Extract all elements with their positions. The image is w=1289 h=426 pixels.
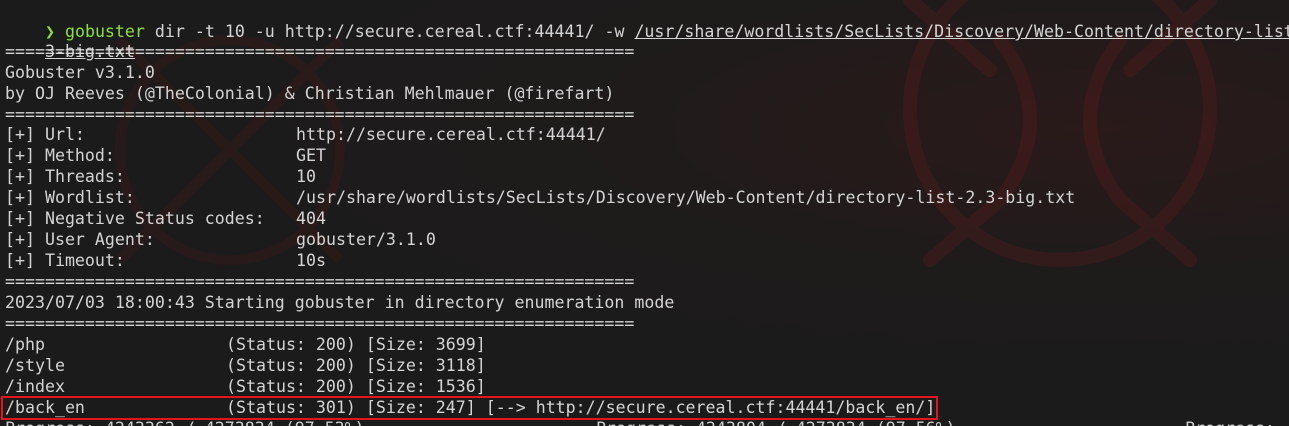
result-info: (Status: 200) [Size: 3699] (226, 335, 486, 354)
result-path: /index (5, 377, 65, 396)
result-row: /index (Status: 200) [Size: 1536] (5, 376, 1285, 397)
progress-third: Progress: (1185, 418, 1275, 426)
separator-line: ========================================… (5, 272, 635, 291)
result-info: (Status: 200) [Size: 3118] (226, 356, 486, 375)
banner-authors: by OJ Reeves (@TheColonial) & Christian … (5, 84, 615, 103)
result-path: /php (5, 335, 45, 354)
config-row-url: [+] Url: http://secure.cereal.ctf:44441/ (5, 124, 1285, 145)
terminal-window[interactable]: ❯ gobuster dir -t 10 -u http://secure.ce… (0, 0, 1289, 426)
config-label: [+] Threads: (5, 167, 125, 186)
config-label: [+] User Agent: (5, 230, 155, 249)
config-row-method: [+] Method: GET (5, 145, 1285, 166)
config-value: 404 (296, 209, 326, 228)
config-value: GET (296, 146, 326, 165)
config-label: [+] Wordlist: (5, 188, 135, 207)
result-row: /style (Status: 200) [Size: 3118] (5, 355, 1285, 376)
config-row-negative-status: [+] Negative Status codes: 404 (5, 208, 1285, 229)
config-value: 10s (296, 251, 326, 270)
progress-second: Progress: 4243804 / 4273834 (97.56%) (596, 418, 956, 426)
result-row: /php (Status: 200) [Size: 3699] (5, 334, 1285, 355)
config-value: http://secure.cereal.ctf:44441/ (296, 125, 606, 144)
command-wordlist-path: /usr/share/wordlists/SecLists/Discovery/… (634, 22, 1289, 41)
config-row-timeout: [+] Timeout: 10s (5, 250, 1285, 271)
progress-line: Progress: 4243362 / 4273834 (97.53%) Pro… (5, 418, 1285, 426)
config-value: /usr/share/wordlists/SecLists/Discovery/… (296, 188, 1076, 207)
separator-line: ========================================… (5, 105, 635, 124)
command-line[interactable]: ❯ gobuster dir -t 10 -u http://secure.ce… (5, 0, 1289, 41)
config-label: [+] Url: (5, 125, 85, 144)
progress-first: Progress: 4243362 / 4273834 (97.53%) (5, 418, 365, 426)
result-path: /style (5, 356, 65, 375)
result-highlight-box (1, 396, 938, 420)
config-label: [+] Negative Status codes: (5, 209, 265, 228)
config-label: [+] Timeout: (5, 251, 125, 270)
config-row-threads: [+] Threads: 10 (5, 166, 1285, 187)
config-label: [+] Method: (5, 146, 115, 165)
command-line-wrap: 3-big.txt (5, 20, 135, 61)
separator-line: ========================================… (5, 314, 635, 333)
banner-version: Gobuster v3.1.0 (5, 63, 155, 82)
config-value: gobuster/3.1.0 (296, 230, 436, 249)
config-row-user-agent: [+] User Agent: gobuster/3.1.0 (5, 229, 1285, 250)
command-args: dir -t 10 -u http://secure.cereal.ctf:44… (144, 22, 635, 41)
separator-line: ========================================… (5, 42, 635, 61)
start-message: 2023/07/03 18:00:43 Starting gobuster in… (5, 293, 675, 312)
result-info: (Status: 200) [Size: 1536] (226, 377, 486, 396)
config-row-wordlist: [+] Wordlist: /usr/share/wordlists/SecLi… (5, 187, 1285, 208)
config-value: 10 (296, 167, 316, 186)
